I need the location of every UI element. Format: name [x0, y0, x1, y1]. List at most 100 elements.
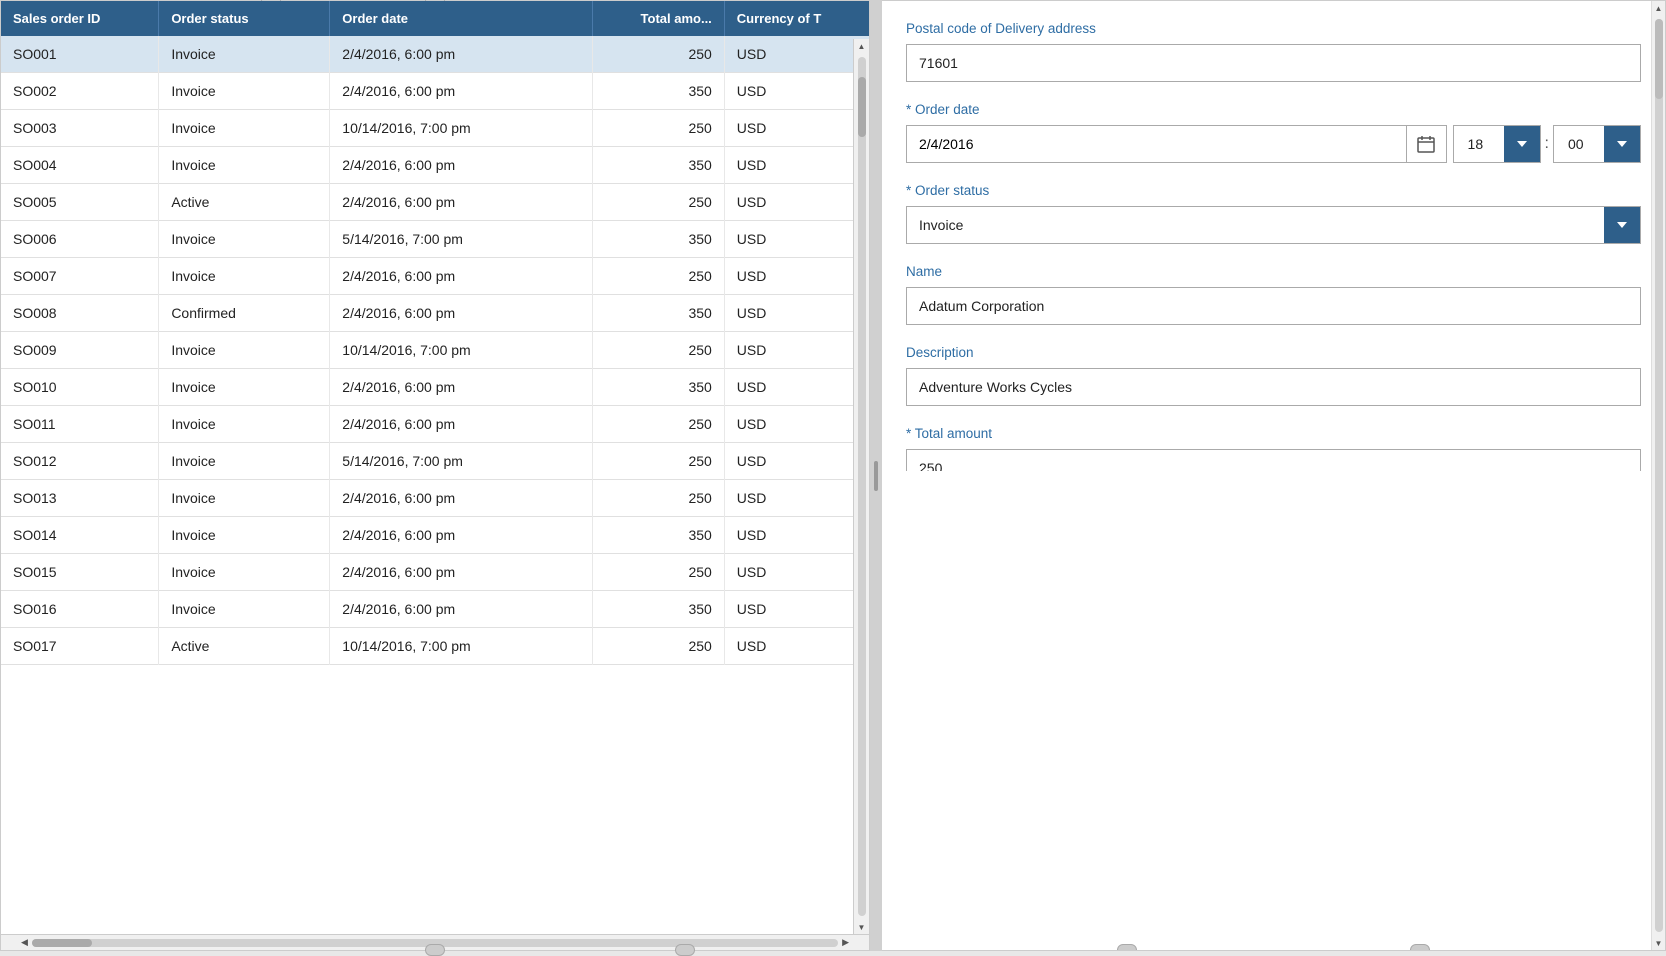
- cell-sales_order_id: SO002: [1, 73, 159, 110]
- col-header-sales-order-id[interactable]: Sales order ID: [1, 1, 159, 36]
- cell-order_status: Invoice: [159, 443, 330, 480]
- col-header-total-amount[interactable]: Total amo...: [593, 1, 725, 36]
- table-row[interactable]: SO001Invoice2/4/2016, 6:00 pm250USD: [1, 36, 869, 73]
- description-section: Description: [906, 345, 1641, 406]
- cell-total_amount: 350: [593, 591, 725, 628]
- cell-order_status: Invoice: [159, 369, 330, 406]
- cell-order_date: 5/14/2016, 7:00 pm: [330, 221, 593, 258]
- divider-handle: [874, 461, 878, 491]
- table-row[interactable]: SO007Invoice2/4/2016, 6:00 pm250USD: [1, 258, 869, 295]
- cell-order_date: 2/4/2016, 6:00 pm: [330, 406, 593, 443]
- order-status-value: Invoice: [907, 207, 1604, 243]
- table-row[interactable]: SO006Invoice5/14/2016, 7:00 pm350USD: [1, 221, 869, 258]
- h-scroll-thumb[interactable]: [32, 939, 92, 947]
- cell-currency: USD: [724, 184, 869, 221]
- minute-value: 00: [1554, 126, 1604, 162]
- table-row[interactable]: SO013Invoice2/4/2016, 6:00 pm250USD: [1, 480, 869, 517]
- date-input-wrapper: [906, 125, 1447, 163]
- form-vertical-scrollbar[interactable]: ▲ ▼: [1651, 1, 1665, 950]
- resize-handle-bot-right[interactable]: [675, 944, 695, 956]
- cell-order_status: Invoice: [159, 591, 330, 628]
- form-resize-bot-left[interactable]: [1117, 944, 1137, 951]
- cell-total_amount: 350: [593, 73, 725, 110]
- cell-sales_order_id: SO008: [1, 295, 159, 332]
- cell-total_amount: 350: [593, 221, 725, 258]
- panel-divider[interactable]: [870, 0, 882, 951]
- table-row[interactable]: SO004Invoice2/4/2016, 6:00 pm350USD: [1, 147, 869, 184]
- cell-currency: USD: [724, 406, 869, 443]
- cell-order_date: 2/4/2016, 6:00 pm: [330, 147, 593, 184]
- sales-orders-table: Sales order ID Order status Order date T…: [1, 1, 869, 665]
- cell-currency: USD: [724, 221, 869, 258]
- form-scroll-v-track[interactable]: [1655, 19, 1663, 932]
- form-scroll-v-thumb[interactable]: [1655, 19, 1663, 99]
- cell-sales_order_id: SO012: [1, 443, 159, 480]
- scroll-right-arrow[interactable]: ▶: [842, 937, 849, 948]
- cell-sales_order_id: SO017: [1, 628, 159, 665]
- scroll-up-arrow[interactable]: ▲: [855, 39, 869, 53]
- scroll-v-track[interactable]: [858, 57, 866, 916]
- cell-currency: USD: [724, 517, 869, 554]
- resize-handle-bot-left[interactable]: [425, 944, 445, 956]
- hour-select: 18: [1453, 125, 1541, 163]
- table-row[interactable]: SO008Confirmed2/4/2016, 6:00 pm350USD: [1, 295, 869, 332]
- cell-sales_order_id: SO007: [1, 258, 159, 295]
- cell-order_date: 2/4/2016, 6:00 pm: [330, 36, 593, 73]
- order-status-label: Order status: [906, 183, 1641, 198]
- order-status-chevron-icon: [1617, 222, 1627, 228]
- cell-order_date: 2/4/2016, 6:00 pm: [330, 554, 593, 591]
- name-label: Name: [906, 264, 1641, 279]
- table-row[interactable]: SO016Invoice2/4/2016, 6:00 pm350USD: [1, 591, 869, 628]
- table-row[interactable]: SO002Invoice2/4/2016, 6:00 pm350USD: [1, 73, 869, 110]
- table-row[interactable]: SO005Active2/4/2016, 6:00 pm250USD: [1, 184, 869, 221]
- table-row[interactable]: SO015Invoice2/4/2016, 6:00 pm250USD: [1, 554, 869, 591]
- description-input[interactable]: [906, 368, 1641, 406]
- scroll-v-thumb[interactable]: [858, 77, 866, 137]
- order-date-input[interactable]: [907, 126, 1406, 162]
- cell-order_status: Active: [159, 184, 330, 221]
- cell-order_status: Invoice: [159, 221, 330, 258]
- table-row[interactable]: SO010Invoice2/4/2016, 6:00 pm350USD: [1, 369, 869, 406]
- postal-code-input[interactable]: [906, 44, 1641, 82]
- form-scroll-down-arrow[interactable]: ▼: [1652, 936, 1666, 950]
- col-header-order-date[interactable]: Order date: [330, 1, 593, 36]
- form-resize-bot-right[interactable]: [1410, 944, 1430, 951]
- minute-dropdown-button[interactable]: [1604, 126, 1640, 162]
- cell-total_amount: 250: [593, 406, 725, 443]
- cell-order_date: 2/4/2016, 6:00 pm: [330, 184, 593, 221]
- col-header-currency[interactable]: Currency of T: [724, 1, 869, 36]
- table-row[interactable]: SO011Invoice2/4/2016, 6:00 pm250USD: [1, 406, 869, 443]
- calendar-button[interactable]: [1406, 126, 1446, 162]
- name-input[interactable]: [906, 287, 1641, 325]
- cell-total_amount: 250: [593, 258, 725, 295]
- table-row[interactable]: SO009Invoice10/14/2016, 7:00 pm250USD: [1, 332, 869, 369]
- scroll-left-arrow[interactable]: ◀: [21, 937, 28, 948]
- hour-dropdown-button[interactable]: [1504, 126, 1540, 162]
- col-header-order-status[interactable]: Order status: [159, 1, 330, 36]
- total-amount-label: Total amount: [906, 426, 1641, 441]
- time-colon-separator: :: [1541, 125, 1553, 163]
- cell-total_amount: 250: [593, 443, 725, 480]
- cell-order_date: 2/4/2016, 6:00 pm: [330, 258, 593, 295]
- cell-total_amount: 350: [593, 517, 725, 554]
- order-date-section: Order date: [906, 102, 1641, 163]
- order-status-dropdown-button[interactable]: [1604, 207, 1640, 243]
- table-row[interactable]: SO003Invoice10/14/2016, 7:00 pm250USD: [1, 110, 869, 147]
- table-vertical-scrollbar[interactable]: ▲ ▼: [853, 39, 869, 934]
- cell-currency: USD: [724, 443, 869, 480]
- table-row[interactable]: SO012Invoice5/14/2016, 7:00 pm250USD: [1, 443, 869, 480]
- total-amount-input[interactable]: [906, 449, 1641, 471]
- cell-total_amount: 250: [593, 36, 725, 73]
- cell-sales_order_id: SO004: [1, 147, 159, 184]
- cell-currency: USD: [724, 591, 869, 628]
- table-row[interactable]: SO014Invoice2/4/2016, 6:00 pm350USD: [1, 517, 869, 554]
- cell-sales_order_id: SO010: [1, 369, 159, 406]
- scroll-down-arrow[interactable]: ▼: [855, 920, 869, 934]
- form-panel: Postal code of Delivery address Order da…: [882, 0, 1666, 951]
- hour-chevron-icon: [1517, 141, 1527, 147]
- table-header-row: Sales order ID Order status Order date T…: [1, 1, 869, 36]
- form-scroll-up-arrow[interactable]: ▲: [1652, 1, 1666, 15]
- minute-chevron-icon: [1617, 141, 1627, 147]
- cell-currency: USD: [724, 110, 869, 147]
- table-row[interactable]: SO017Active10/14/2016, 7:00 pm250USD: [1, 628, 869, 665]
